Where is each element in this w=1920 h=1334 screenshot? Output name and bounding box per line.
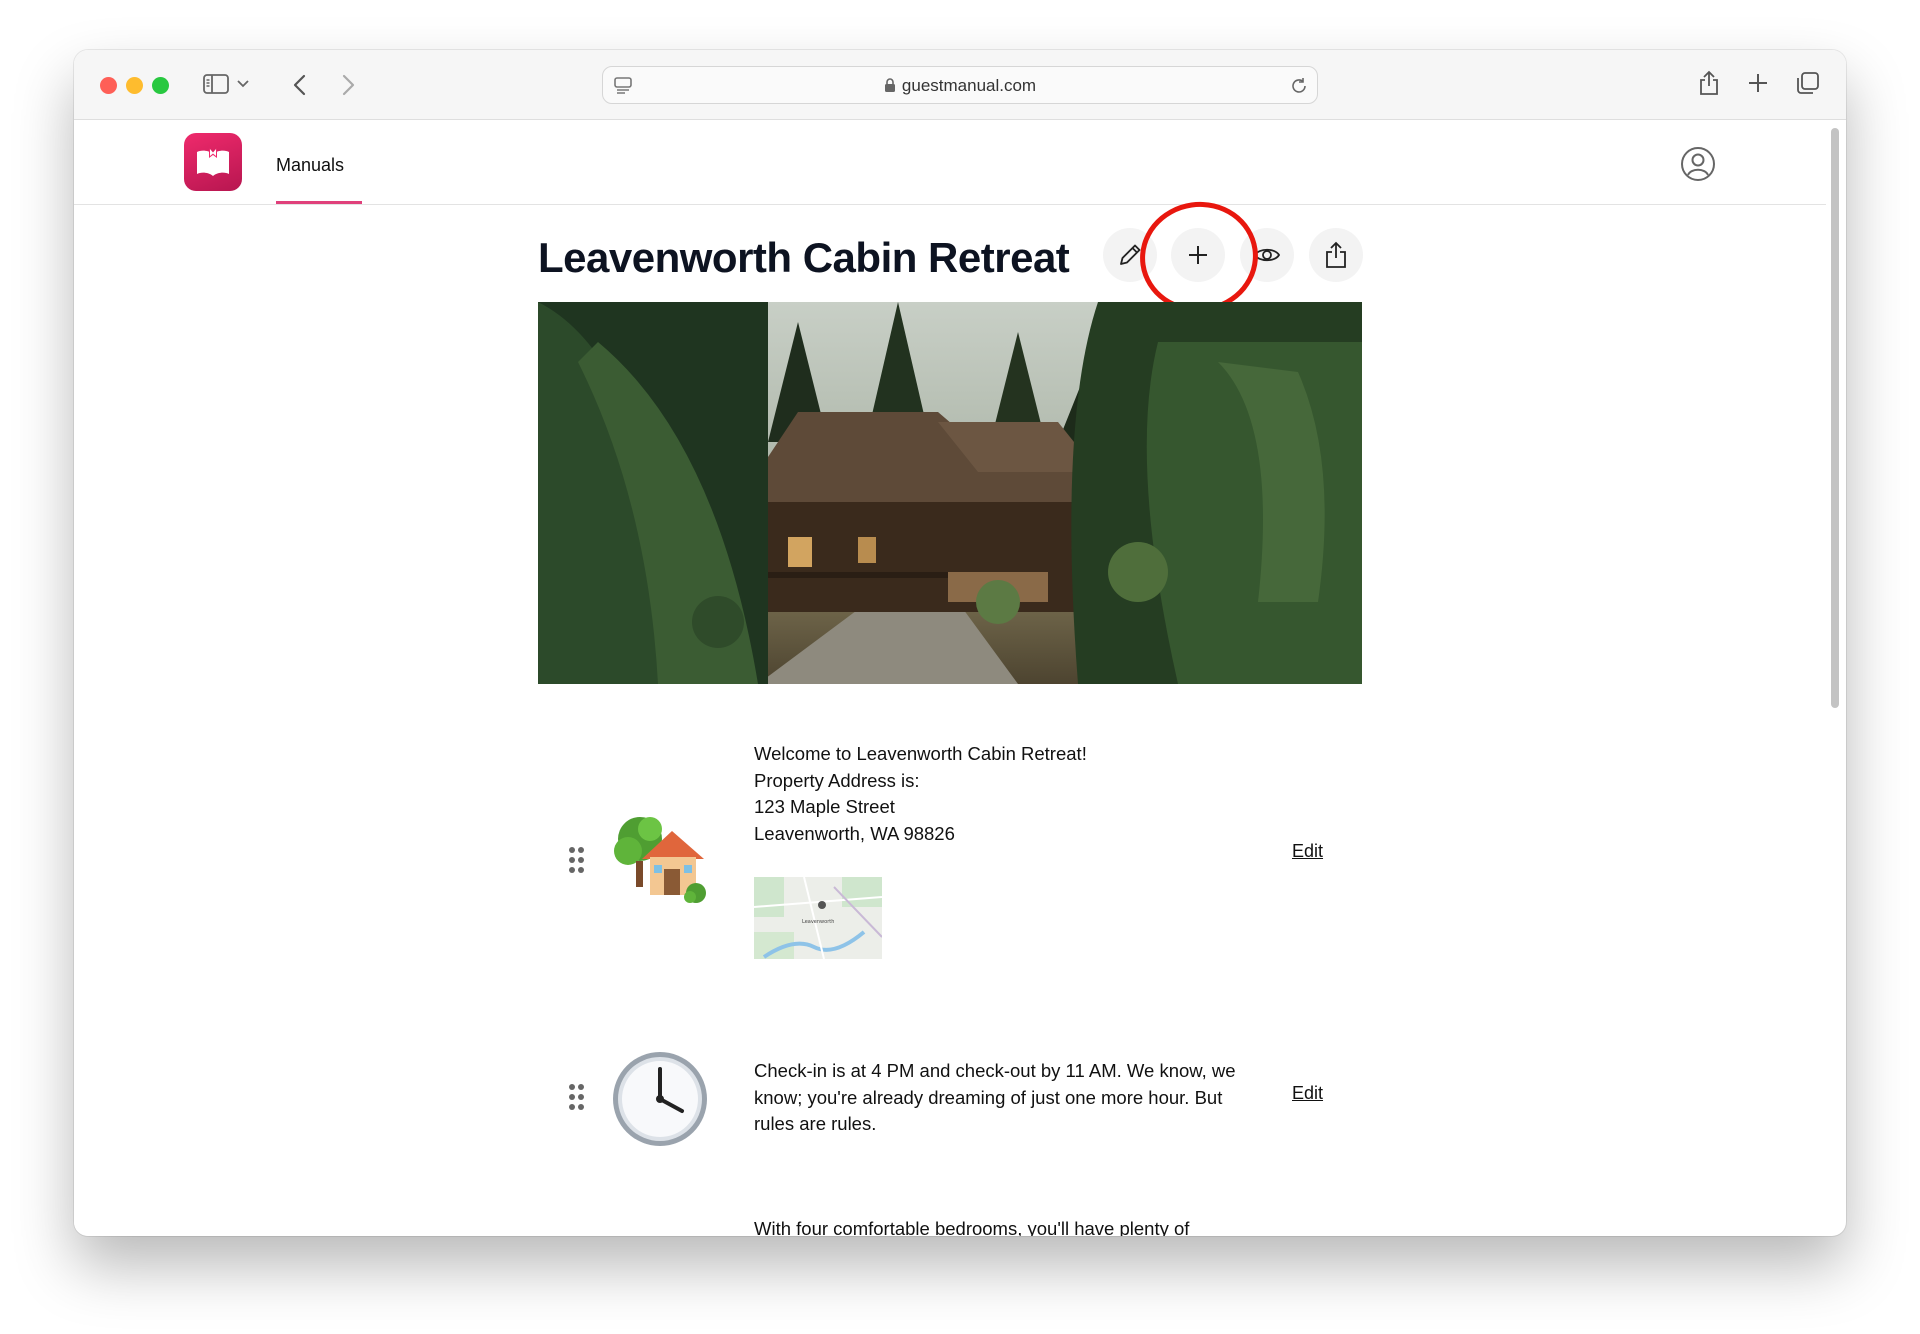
active-tab-indicator — [276, 201, 362, 204]
tab-manuals[interactable]: Manuals — [276, 155, 344, 176]
app-header: Manuals — [74, 121, 1826, 205]
text-line: Welcome to Leavenworth Cabin Retreat! — [754, 743, 1087, 764]
text-line: Leavenworth, WA 98826 — [754, 822, 955, 844]
back-arrow-icon[interactable] — [288, 72, 310, 98]
chevron-down-icon[interactable] — [236, 76, 250, 92]
vertical-scrollbar[interactable] — [1830, 124, 1840, 1234]
lock-icon — [884, 78, 896, 98]
page-content: Manuals Leavenworth Cabin Retreat Welcom… — [74, 121, 1826, 1236]
map-label: Leavenworth — [802, 919, 834, 925]
edit-section-link[interactable]: Edit — [1292, 841, 1323, 862]
browser-toolbar: guestmanual.com — [74, 50, 1846, 120]
forward-arrow-icon[interactable] — [338, 72, 360, 98]
address-bar[interactable]: guestmanual.com — [602, 66, 1318, 104]
page-title: Leavenworth Cabin Retreat — [538, 234, 1070, 281]
text-line: With four comfortable bedrooms, you'll h… — [754, 1218, 1190, 1236]
maximize-window-button[interactable] — [152, 77, 169, 94]
section-text: Check-in is at 4 PM and check-out by 11 … — [754, 1058, 1236, 1138]
tab-overview-icon[interactable] — [1794, 70, 1822, 96]
cover-photo — [538, 302, 1362, 684]
annotation-circle — [1132, 194, 1266, 320]
sidebar-toggle-icon[interactable] — [202, 72, 230, 96]
open-book-icon — [197, 148, 229, 176]
minimize-window-button[interactable] — [126, 77, 143, 94]
url-display[interactable]: guestmanual.com — [603, 76, 1317, 98]
manual-section-checkin: Check-in is at 4 PM and check-out by 11 … — [538, 1046, 1362, 1166]
text-line: Check-in is at 4 PM and check-out by 11 … — [754, 1060, 1236, 1081]
text-line: Property Address is: — [754, 769, 920, 791]
user-circle-icon[interactable] — [1680, 146, 1716, 187]
new-tab-icon[interactable] — [1746, 70, 1770, 96]
share-icon[interactable] — [1696, 68, 1722, 98]
browser-window: guestmanual.com Manuals Leavenworth Cabi… — [74, 50, 1846, 1236]
reload-icon[interactable] — [1289, 76, 1309, 96]
location-map-thumbnail[interactable]: Leavenworth — [754, 877, 882, 959]
edit-section-link[interactable]: Edit — [1292, 1083, 1323, 1104]
house-with-tree-icon — [610, 809, 710, 909]
section-text: Welcome to Leavenworth Cabin Retreat! Pr… — [754, 741, 1087, 847]
clock-icon — [610, 1049, 710, 1149]
url-text: guestmanual.com — [901, 76, 1037, 95]
section-text: With four comfortable bedrooms, you'll h… — [754, 1216, 1189, 1236]
scrollbar-thumb[interactable] — [1831, 128, 1839, 708]
manual-section-bedrooms: With four comfortable bedrooms, you'll h… — [538, 1216, 1362, 1236]
drag-handle-icon[interactable] — [569, 1084, 585, 1110]
text-line: know; you're already dreaming of just on… — [754, 1086, 1223, 1108]
app-logo[interactable] — [184, 133, 242, 191]
text-line: rules are rules. — [754, 1113, 877, 1134]
manual-section-welcome: Welcome to Leavenworth Cabin Retreat! Pr… — [538, 741, 1362, 971]
share-icon — [1326, 241, 1346, 268]
text-line: 123 Maple Street — [754, 796, 895, 817]
close-window-button[interactable] — [100, 77, 117, 94]
drag-handle-icon[interactable] — [569, 847, 585, 873]
share-manual-button[interactable] — [1309, 228, 1363, 282]
